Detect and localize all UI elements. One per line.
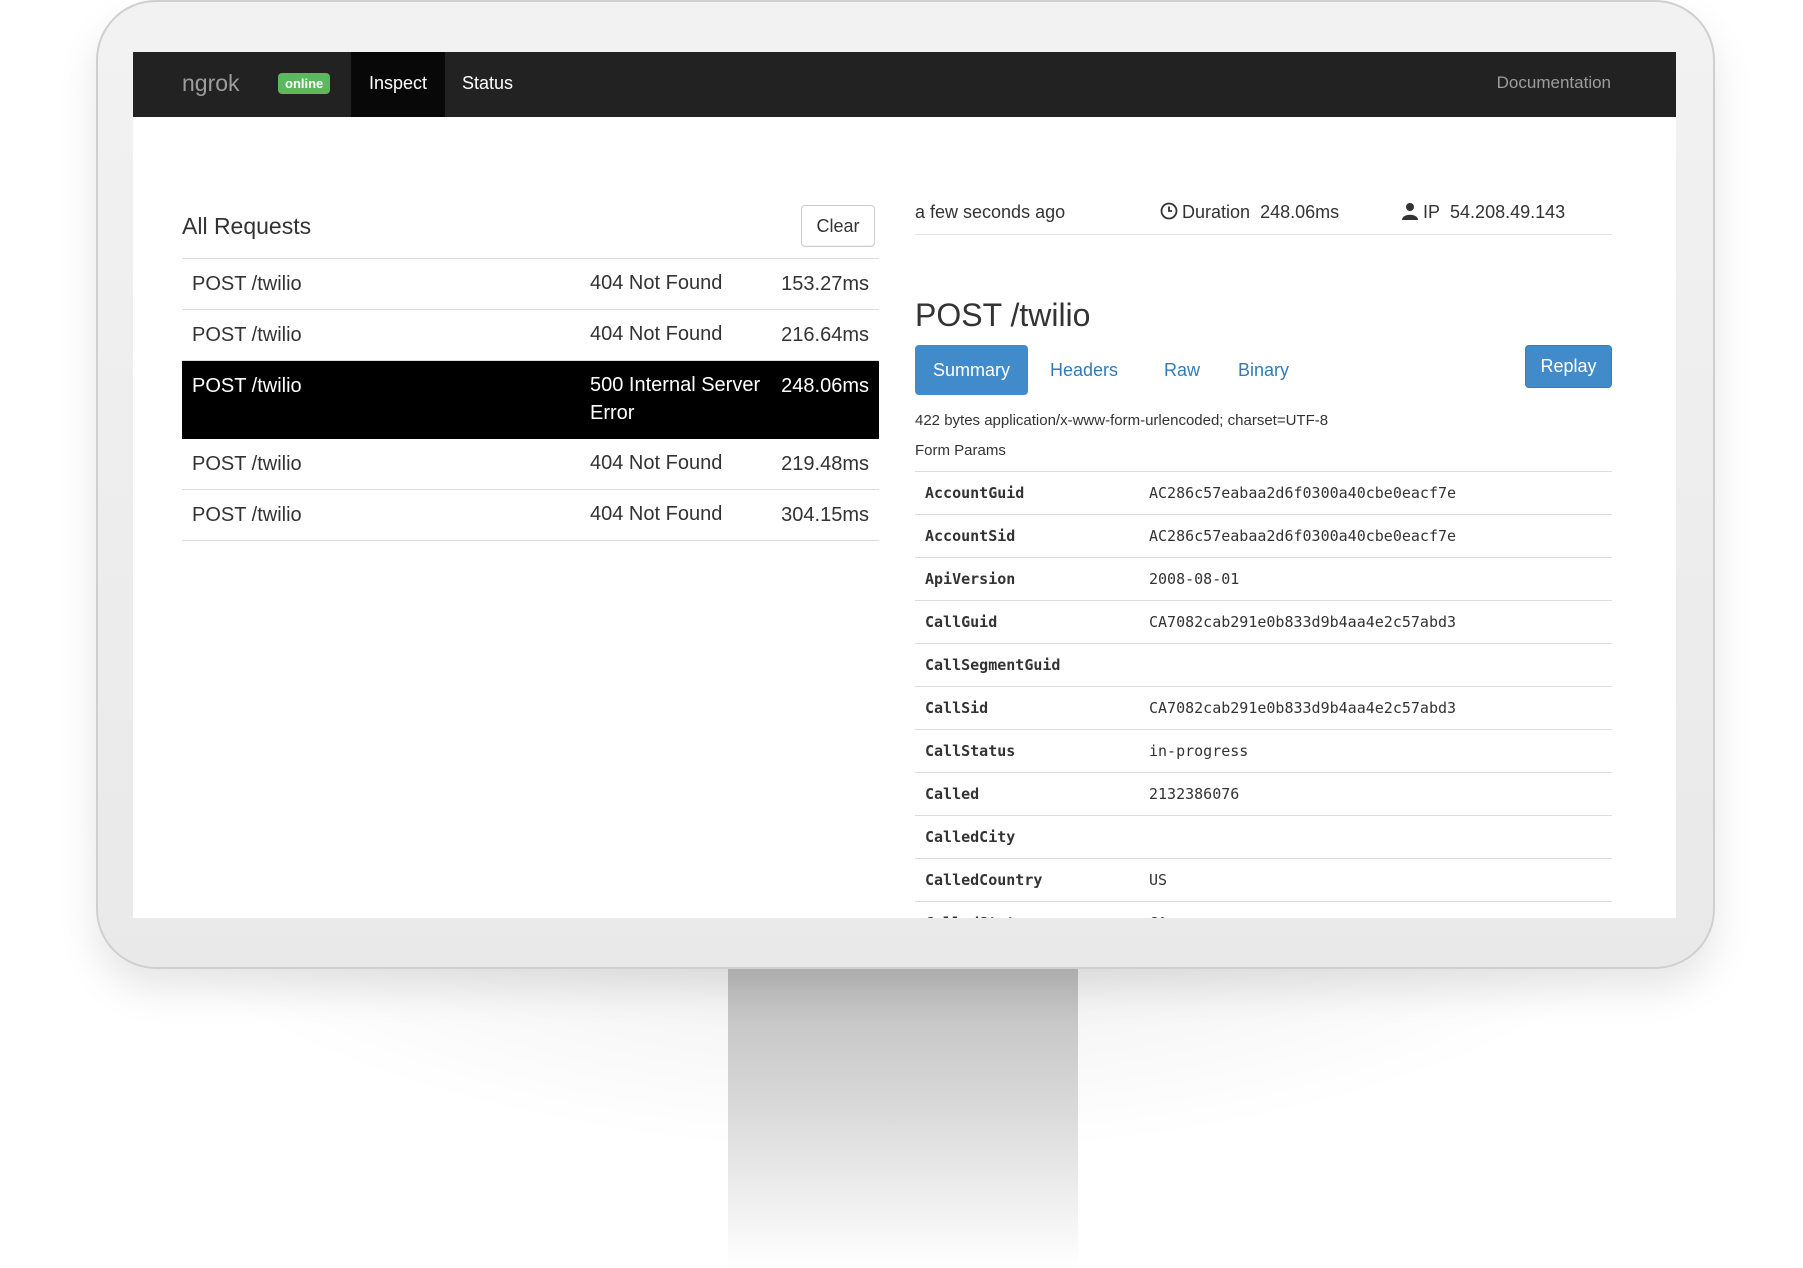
request-path: POST /twilio bbox=[192, 504, 302, 526]
param-key: CallStatus bbox=[925, 742, 1016, 760]
param-key: AccountGuid bbox=[925, 484, 1025, 502]
param-row: CallSegmentGuid bbox=[915, 644, 1612, 687]
requests-title: All Requests bbox=[182, 213, 312, 239]
form-params-table: AccountGuid AC286c57eabaa2d6f0300a40cbe0e… bbox=[915, 471, 1612, 918]
request-path: POST /twilio bbox=[192, 453, 302, 475]
param-row: CalledState CA bbox=[915, 902, 1612, 918]
user-icon bbox=[1402, 203, 1418, 220]
nav-documentation-link[interactable]: Documentation bbox=[1497, 52, 1611, 114]
tab-headers[interactable]: Headers bbox=[1032, 345, 1136, 395]
param-key: Called bbox=[925, 785, 980, 803]
request-path: POST /twilio bbox=[192, 273, 302, 295]
request-duration: 219.48ms bbox=[781, 453, 869, 475]
param-key: CalledCity bbox=[925, 828, 1016, 846]
param-value: AC286c57eabaa2d6f0300a40cbe0eacf7e bbox=[1149, 484, 1457, 502]
param-value: 2132386076 bbox=[1149, 785, 1240, 803]
request-row[interactable]: POST /twilio 500 Internal Server Error 248… bbox=[182, 361, 879, 439]
request-duration: 304.15ms bbox=[781, 504, 869, 526]
clock-icon bbox=[1160, 202, 1178, 220]
param-row: CallGuid CA7082cab291e0b833d9b4aa4e2c57ab… bbox=[915, 601, 1612, 644]
param-value: CA7082cab291e0b833d9b4aa4e2c57abd3 bbox=[1149, 613, 1457, 631]
duration-value: 248.06ms bbox=[1260, 202, 1340, 222]
param-key: CallSegmentGuid bbox=[925, 656, 1061, 674]
requests-list: POST /twilio 404 Not Found 153.27ms POST /t… bbox=[182, 258, 879, 541]
request-row[interactable]: POST /twilio 404 Not Found 153.27ms bbox=[182, 259, 879, 310]
online-status-badge: online bbox=[278, 73, 331, 94]
param-row: CallSid CA7082cab291e0b833d9b4aa4e2c57abd… bbox=[915, 687, 1612, 730]
param-row: AccountSid AC286c57eabaa2d6f0300a40cbe0ea… bbox=[915, 515, 1612, 558]
param-row: CalledCity bbox=[915, 816, 1612, 859]
form-params-label: Form Params bbox=[915, 442, 1006, 459]
param-value: AC286c57eabaa2d6f0300a40cbe0eacf7e bbox=[1149, 527, 1457, 545]
request-status: 404 Not Found bbox=[590, 323, 723, 345]
duration-meta: Duration 248.06ms bbox=[1160, 202, 1339, 223]
param-row: CallStatus in-progress bbox=[915, 730, 1612, 773]
param-value: CA7082cab291e0b833d9b4aa4e2c57abd3 bbox=[1149, 699, 1457, 717]
content-type: 422 bytes application/x-www-form-urlenco… bbox=[915, 412, 1329, 429]
param-key: CallSid bbox=[925, 699, 989, 717]
tab-raw[interactable]: Raw bbox=[1146, 345, 1218, 395]
app-screen: ngrok online Inspect Status Documentatio… bbox=[133, 52, 1676, 918]
param-value: US bbox=[1149, 871, 1168, 889]
request-duration: 216.64ms bbox=[781, 324, 869, 346]
param-key: AccountSid bbox=[925, 527, 1016, 545]
tab-summary[interactable]: Summary bbox=[915, 345, 1028, 395]
param-row: Called 2132386076 bbox=[915, 773, 1612, 816]
param-key: ApiVersion bbox=[925, 570, 1016, 588]
nav-tab-inspect[interactable]: Inspect bbox=[351, 52, 446, 117]
tab-binary[interactable]: Binary bbox=[1220, 345, 1307, 395]
request-meta: a few seconds ago Duration 248.06ms IP 5… bbox=[915, 194, 1612, 235]
param-row: AccountGuid AC286c57eabaa2d6f0300a40cbe0e… bbox=[915, 472, 1612, 515]
request-status: 404 Not Found bbox=[590, 503, 723, 525]
monitor-stand bbox=[728, 968, 1078, 1268]
param-row: CalledCountry US bbox=[915, 859, 1612, 902]
param-value: CA bbox=[1149, 914, 1167, 918]
request-title: POST /twilio bbox=[915, 297, 1091, 333]
request-status: 500 Internal Server Error bbox=[590, 374, 761, 424]
param-key: CalledCountry bbox=[925, 871, 1043, 889]
request-status: 404 Not Found bbox=[590, 272, 723, 294]
param-key: CallGuid bbox=[925, 613, 998, 631]
param-value: 2008-08-01 bbox=[1149, 570, 1240, 588]
ip-meta: IP 54.208.49.143 bbox=[1401, 202, 1565, 223]
ip-value: 54.208.49.143 bbox=[1450, 202, 1566, 222]
duration-label: Duration bbox=[1182, 202, 1251, 222]
request-path: POST /twilio bbox=[192, 324, 302, 346]
request-status: 404 Not Found bbox=[590, 452, 723, 474]
request-row[interactable]: POST /twilio 404 Not Found 219.48ms bbox=[182, 439, 879, 490]
brand-logo[interactable]: ngrok bbox=[182, 70, 240, 97]
param-row: ApiVersion 2008-08-01 bbox=[915, 558, 1612, 601]
request-row[interactable]: POST /twilio 404 Not Found 304.15ms bbox=[182, 490, 879, 541]
nav-tab-status[interactable]: Status bbox=[444, 52, 531, 117]
request-duration: 153.27ms bbox=[781, 273, 869, 295]
ip-label: IP bbox=[1423, 202, 1441, 222]
request-duration: 248.06ms bbox=[781, 375, 869, 397]
replay-button[interactable]: Replay bbox=[1525, 345, 1612, 388]
param-key: CalledState bbox=[925, 914, 1024, 918]
param-value: in-progress bbox=[1149, 742, 1249, 760]
time-ago: a few seconds ago bbox=[915, 202, 1066, 222]
request-row[interactable]: POST /twilio 404 Not Found 216.64ms bbox=[182, 310, 879, 361]
navbar: ngrok online Inspect Status Documentatio… bbox=[133, 52, 1676, 117]
request-path: POST /twilio bbox=[192, 375, 302, 397]
clear-button[interactable]: Clear bbox=[801, 205, 875, 247]
